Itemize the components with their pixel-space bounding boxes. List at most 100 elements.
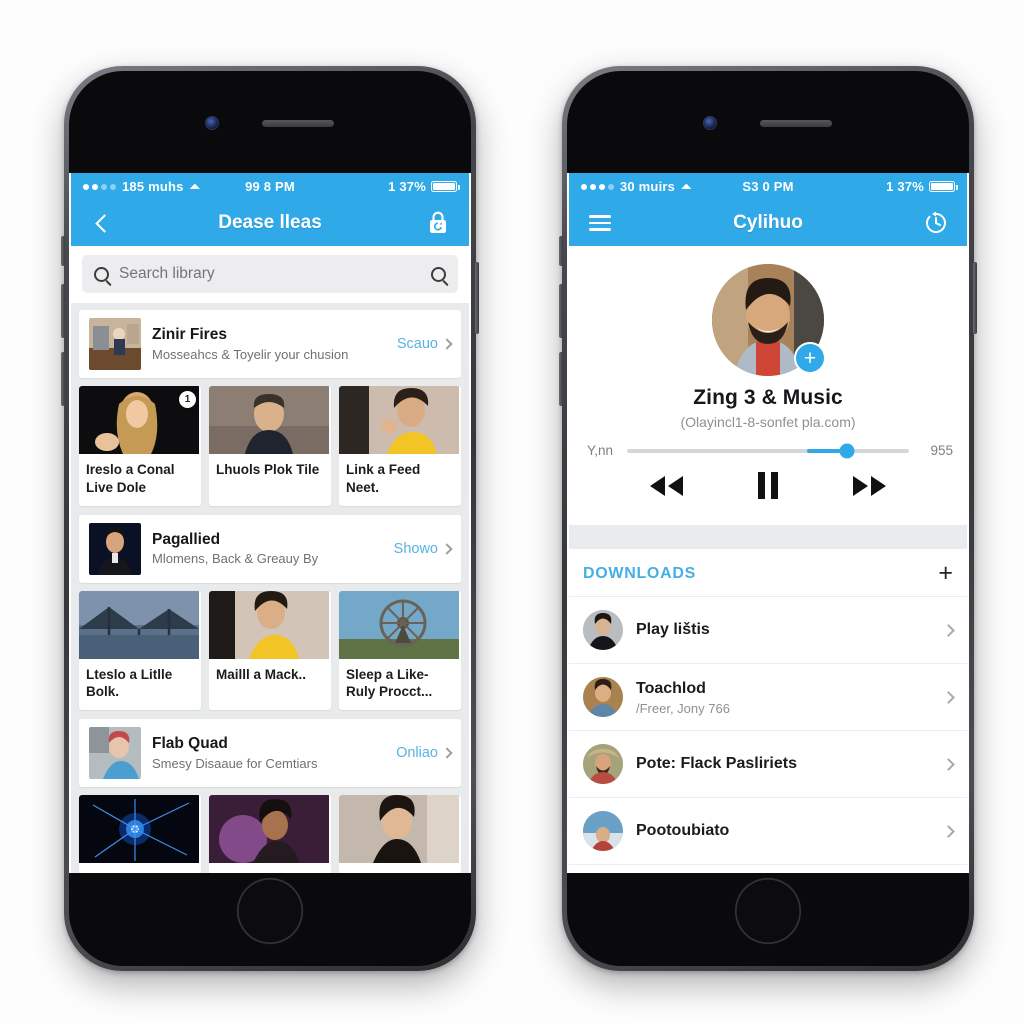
card-grid: 1 Ireslo a Conal Live Dole Lhuols Plok T…: [71, 378, 469, 506]
photo-thumbnail: [89, 522, 141, 575]
back-button[interactable]: [85, 206, 119, 240]
carrier-label: 30 muirs: [620, 179, 676, 194]
pause-button[interactable]: [757, 472, 778, 499]
promo-thumbnail: [89, 522, 141, 575]
status-bar-right: 30 muirs ⏶ S3 0 PM 1 37%: [569, 173, 967, 200]
volume-up-button[interactable]: [61, 284, 65, 338]
add-download-button[interactable]: +: [938, 561, 953, 586]
wifi-icon: ⏶: [189, 179, 201, 194]
hamburger-menu-icon: [589, 215, 611, 231]
promo-row[interactable]: Zinir Fires Mosseahcs & Toyelir your chu…: [79, 310, 461, 378]
page-title: Dease lleas: [218, 212, 322, 233]
rewind-button[interactable]: [645, 473, 687, 499]
list-item[interactable]: Pote: Flack Pasliriets: [569, 731, 967, 798]
remaining-time: 955: [930, 443, 953, 458]
player-scroll-view[interactable]: + Zing 3 & Music (Olayincl1-8-sonfet pla…: [569, 246, 967, 873]
promo-thumbnail: [89, 318, 141, 370]
user-avatar: [583, 811, 623, 851]
now-playing-panel: + Zing 3 & Music (Olayincl1-8-sonfet pla…: [569, 246, 967, 525]
card-grid: Lteslo a Litlle Bolk. Mailll a Mack.. Sl…: [71, 583, 469, 711]
downloads-title: DOWNLOADS: [583, 564, 696, 582]
list-item-title: Pootoubiato: [636, 822, 730, 839]
list-item[interactable]: Pootoubiato: [569, 798, 967, 865]
media-card[interactable]: Mailll a Mack..: [209, 590, 331, 711]
nav-bar-left: Dease lleas: [71, 200, 469, 246]
status-time: S3 0 PM: [742, 179, 794, 194]
media-card[interactable]: Lhuols Plok Tile: [209, 386, 331, 506]
sensor-row-right: [567, 115, 969, 131]
front-camera-icon: [206, 117, 218, 129]
card-thumbnail: 1: [79, 386, 201, 454]
refresh-button[interactable]: [919, 206, 953, 240]
avatar: [583, 610, 623, 650]
chevron-right-icon: [942, 623, 955, 637]
page-title: Cylihuo: [733, 212, 803, 233]
card-thumbnail: [209, 795, 331, 864]
search-container: [71, 246, 469, 303]
media-card[interactable]: Link a Feed Neet.: [339, 386, 461, 506]
refresh-timer-icon: [926, 211, 947, 233]
promo-action-button[interactable]: Showo: [394, 541, 453, 557]
card-label: Link a Feed Neet.: [346, 462, 421, 495]
video-thumbnail: [209, 590, 329, 659]
list-item-title: Pote: Flack Pasliriets: [636, 755, 797, 772]
battery-icon: [929, 181, 959, 192]
mute-switch[interactable]: [61, 236, 65, 266]
volume-down-button[interactable]: [61, 352, 65, 406]
home-button[interactable]: [237, 878, 303, 944]
promo-row[interactable]: Pagallied Mlomens, Back & Greauy By Show…: [79, 514, 461, 583]
list-item[interactable]: Play lištis: [569, 597, 967, 664]
promo-subtitle: Mosseahcs & Toyelir your chusion: [152, 346, 349, 362]
rewind-icon: [649, 475, 683, 496]
video-thumbnail: [79, 590, 199, 659]
promo-thumbnail: [89, 727, 141, 780]
card-badge: 1: [179, 391, 196, 408]
mute-switch[interactable]: [559, 236, 563, 266]
promo-action-button[interactable]: Onliao: [396, 745, 453, 761]
media-card[interactable]: 1 Ireslo a Conal Live Dole: [79, 386, 201, 506]
media-card[interactable]: Lteslo a Litlle Bolk.: [79, 590, 201, 711]
phone-screen-bezel-left: 185 muhs ⏶ 99 8 PM 1 37% Dease lleas Sea…: [69, 71, 471, 966]
library-scroll-view[interactable]: Zinir Fires Mosseahcs & Toyelir your chu…: [71, 246, 469, 873]
seek-slider[interactable]: [627, 443, 909, 458]
user-avatar: [583, 744, 623, 784]
photo-thumbnail: [89, 318, 141, 370]
search-field-wrapper[interactable]: [82, 255, 458, 293]
photo-thumbnail: [89, 727, 141, 780]
search-input[interactable]: [119, 265, 421, 283]
media-card[interactable]: [79, 795, 201, 873]
promo-subtitle: Smesy Disaaue for Cemtiars: [152, 755, 318, 771]
media-card[interactable]: [209, 795, 331, 873]
seek-bar-row: Y,nn 955: [569, 430, 967, 458]
promo-subtitle: Mlomens, Back & Greauy By: [152, 551, 319, 567]
avatar-container: +: [712, 264, 826, 376]
nav-bar-right: Cylihuo: [569, 200, 967, 246]
elapsed-time: Y,nn: [586, 443, 614, 458]
list-item-meta: /Freer, Jony 766: [636, 700, 730, 716]
card-label: Lhuols Plok Tile: [216, 462, 320, 477]
fast-forward-button[interactable]: [849, 473, 891, 499]
volume-down-button[interactable]: [559, 352, 563, 406]
video-thumbnail: [339, 590, 459, 659]
power-button[interactable]: [475, 262, 479, 334]
seek-thumb[interactable]: [839, 443, 855, 458]
power-button[interactable]: [973, 262, 977, 334]
promo-row[interactable]: Flab Quad Smesy Disaaue for Cemtiars Onl…: [79, 719, 461, 788]
track-title: Zing 3 & Music: [693, 386, 843, 409]
media-card[interactable]: Sleep a Like- Ruly Procct...: [339, 590, 461, 711]
volume-up-button[interactable]: [559, 284, 563, 338]
lock-bag-button[interactable]: [421, 206, 455, 240]
home-button[interactable]: [735, 878, 801, 944]
add-button[interactable]: +: [794, 342, 826, 374]
card-thumbnail: [209, 590, 331, 659]
media-card[interactable]: [339, 795, 461, 873]
promo-action-button[interactable]: Scauo: [397, 336, 453, 352]
fast-forward-icon: [853, 475, 887, 496]
video-thumbnail: [339, 795, 459, 864]
track-subtitle: (Olayincl1-8-sonfet pla.com): [680, 414, 856, 430]
menu-button[interactable]: [583, 206, 617, 240]
list-item[interactable]: Toachlod /Freer, Jony 766: [569, 664, 967, 731]
phone-screen-bezel-right: 30 muirs ⏶ S3 0 PM 1 37% Cylihuo + Zing …: [567, 71, 969, 966]
chevron-right-icon: [441, 338, 453, 350]
search-submit-icon[interactable]: [431, 266, 446, 282]
